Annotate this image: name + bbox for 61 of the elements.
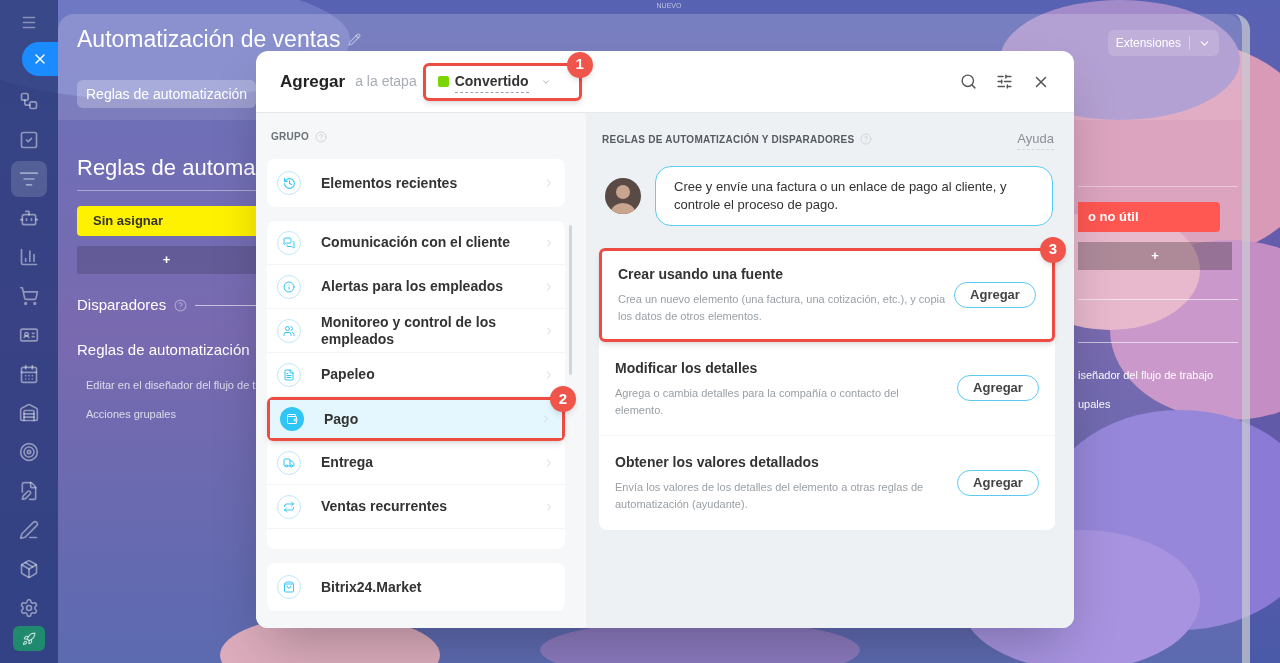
settings-icon [19, 598, 39, 619]
people-icon [283, 324, 295, 337]
truck-icon [283, 456, 295, 469]
close-button[interactable] [22, 42, 58, 77]
sidebar-item[interactable] [11, 161, 47, 198]
rule-description: Agrega o cambia detalles para la compañía o contacto del elemento. [615, 385, 900, 418]
rocket-button[interactable] [13, 626, 45, 651]
dialog-subtitle: a la etapa [355, 72, 417, 91]
scrollbar[interactable] [569, 225, 572, 375]
warehouse-icon [19, 403, 39, 424]
stage-bar: Sin asignar [77, 206, 256, 236]
bar-chart-icon [19, 247, 39, 268]
rules-section-label: REGLAS DE AUTOMATIZACIÓN Y DISPARADORES [602, 132, 855, 147]
bag-icon [283, 581, 295, 593]
rule-title: Modificar los detalles [615, 358, 759, 378]
info-icon [283, 280, 295, 293]
workflow-icon [19, 91, 39, 112]
calendar-icon [19, 364, 39, 385]
group-item[interactable]: Entrega [267, 441, 565, 485]
rules-label: Reglas de automatización [77, 339, 251, 360]
rule-title: Obtener los valores detallados [615, 453, 820, 472]
tip-bubble: Cree y envíe una factura o un enlace de pago al cliente, y controle el proceso de pago. [655, 165, 1053, 226]
designer-link[interactable]: Editar en el diseñador del flujo de t [86, 377, 256, 394]
target-icon [19, 442, 39, 463]
group-actions-link[interactable]: Acciones grupales [86, 405, 256, 422]
step-badge: 2 [550, 386, 576, 412]
search-icon[interactable] [960, 73, 977, 90]
repeat-icon [283, 500, 295, 513]
document-icon [283, 368, 295, 381]
checkbox-icon [19, 130, 39, 151]
page-title: Automatización de ventas [77, 26, 341, 52]
group-item[interactable]: Alertas para los empleados [267, 265, 565, 309]
avatar [605, 177, 641, 214]
group-item[interactable]: Comunicación con el cliente [267, 221, 565, 265]
recent-item[interactable]: Elementos recientes [267, 159, 565, 207]
package-icon [19, 559, 39, 580]
rule-description: Crea un nuevo elemento (una factura, una cotización, etc.), y copia los datos de otros elementos. [618, 292, 946, 324]
triggers-label: Disparadores [77, 295, 167, 315]
section-heading: Reglas de automa [77, 154, 256, 182]
rule-title: Crear usando una fuente [618, 265, 784, 284]
document-edit-icon [19, 481, 39, 502]
history-icon [282, 176, 296, 190]
chat-icon [283, 236, 295, 249]
wallet-icon [286, 413, 298, 425]
market-item[interactable]: Bitrix24.Market [267, 563, 565, 611]
add-button[interactable]: + [77, 246, 256, 274]
group-item[interactable]: Monitoreo y control de los empleados [267, 309, 565, 353]
cart-icon [19, 286, 39, 307]
pencil-icon[interactable] [348, 32, 362, 46]
filter-icon[interactable] [996, 73, 1013, 90]
stage-bar: o no útil [1078, 202, 1220, 232]
group-item[interactable]: Ventas recurrentes [267, 485, 565, 529]
pen-icon [19, 520, 39, 541]
robot-icon [19, 208, 39, 229]
group-actions-link[interactable]: upales [1078, 395, 1238, 412]
rule-description: Envía los valores de los detalles del elemento a otras reglas de automatización (ayudante). [615, 480, 925, 512]
dialog-title: Agregar [280, 70, 346, 93]
step-badge: 3 [1040, 236, 1066, 263]
rocket-icon [22, 631, 36, 646]
step-badge: 1 [566, 51, 593, 78]
group-label: GRUPO [271, 130, 309, 144]
